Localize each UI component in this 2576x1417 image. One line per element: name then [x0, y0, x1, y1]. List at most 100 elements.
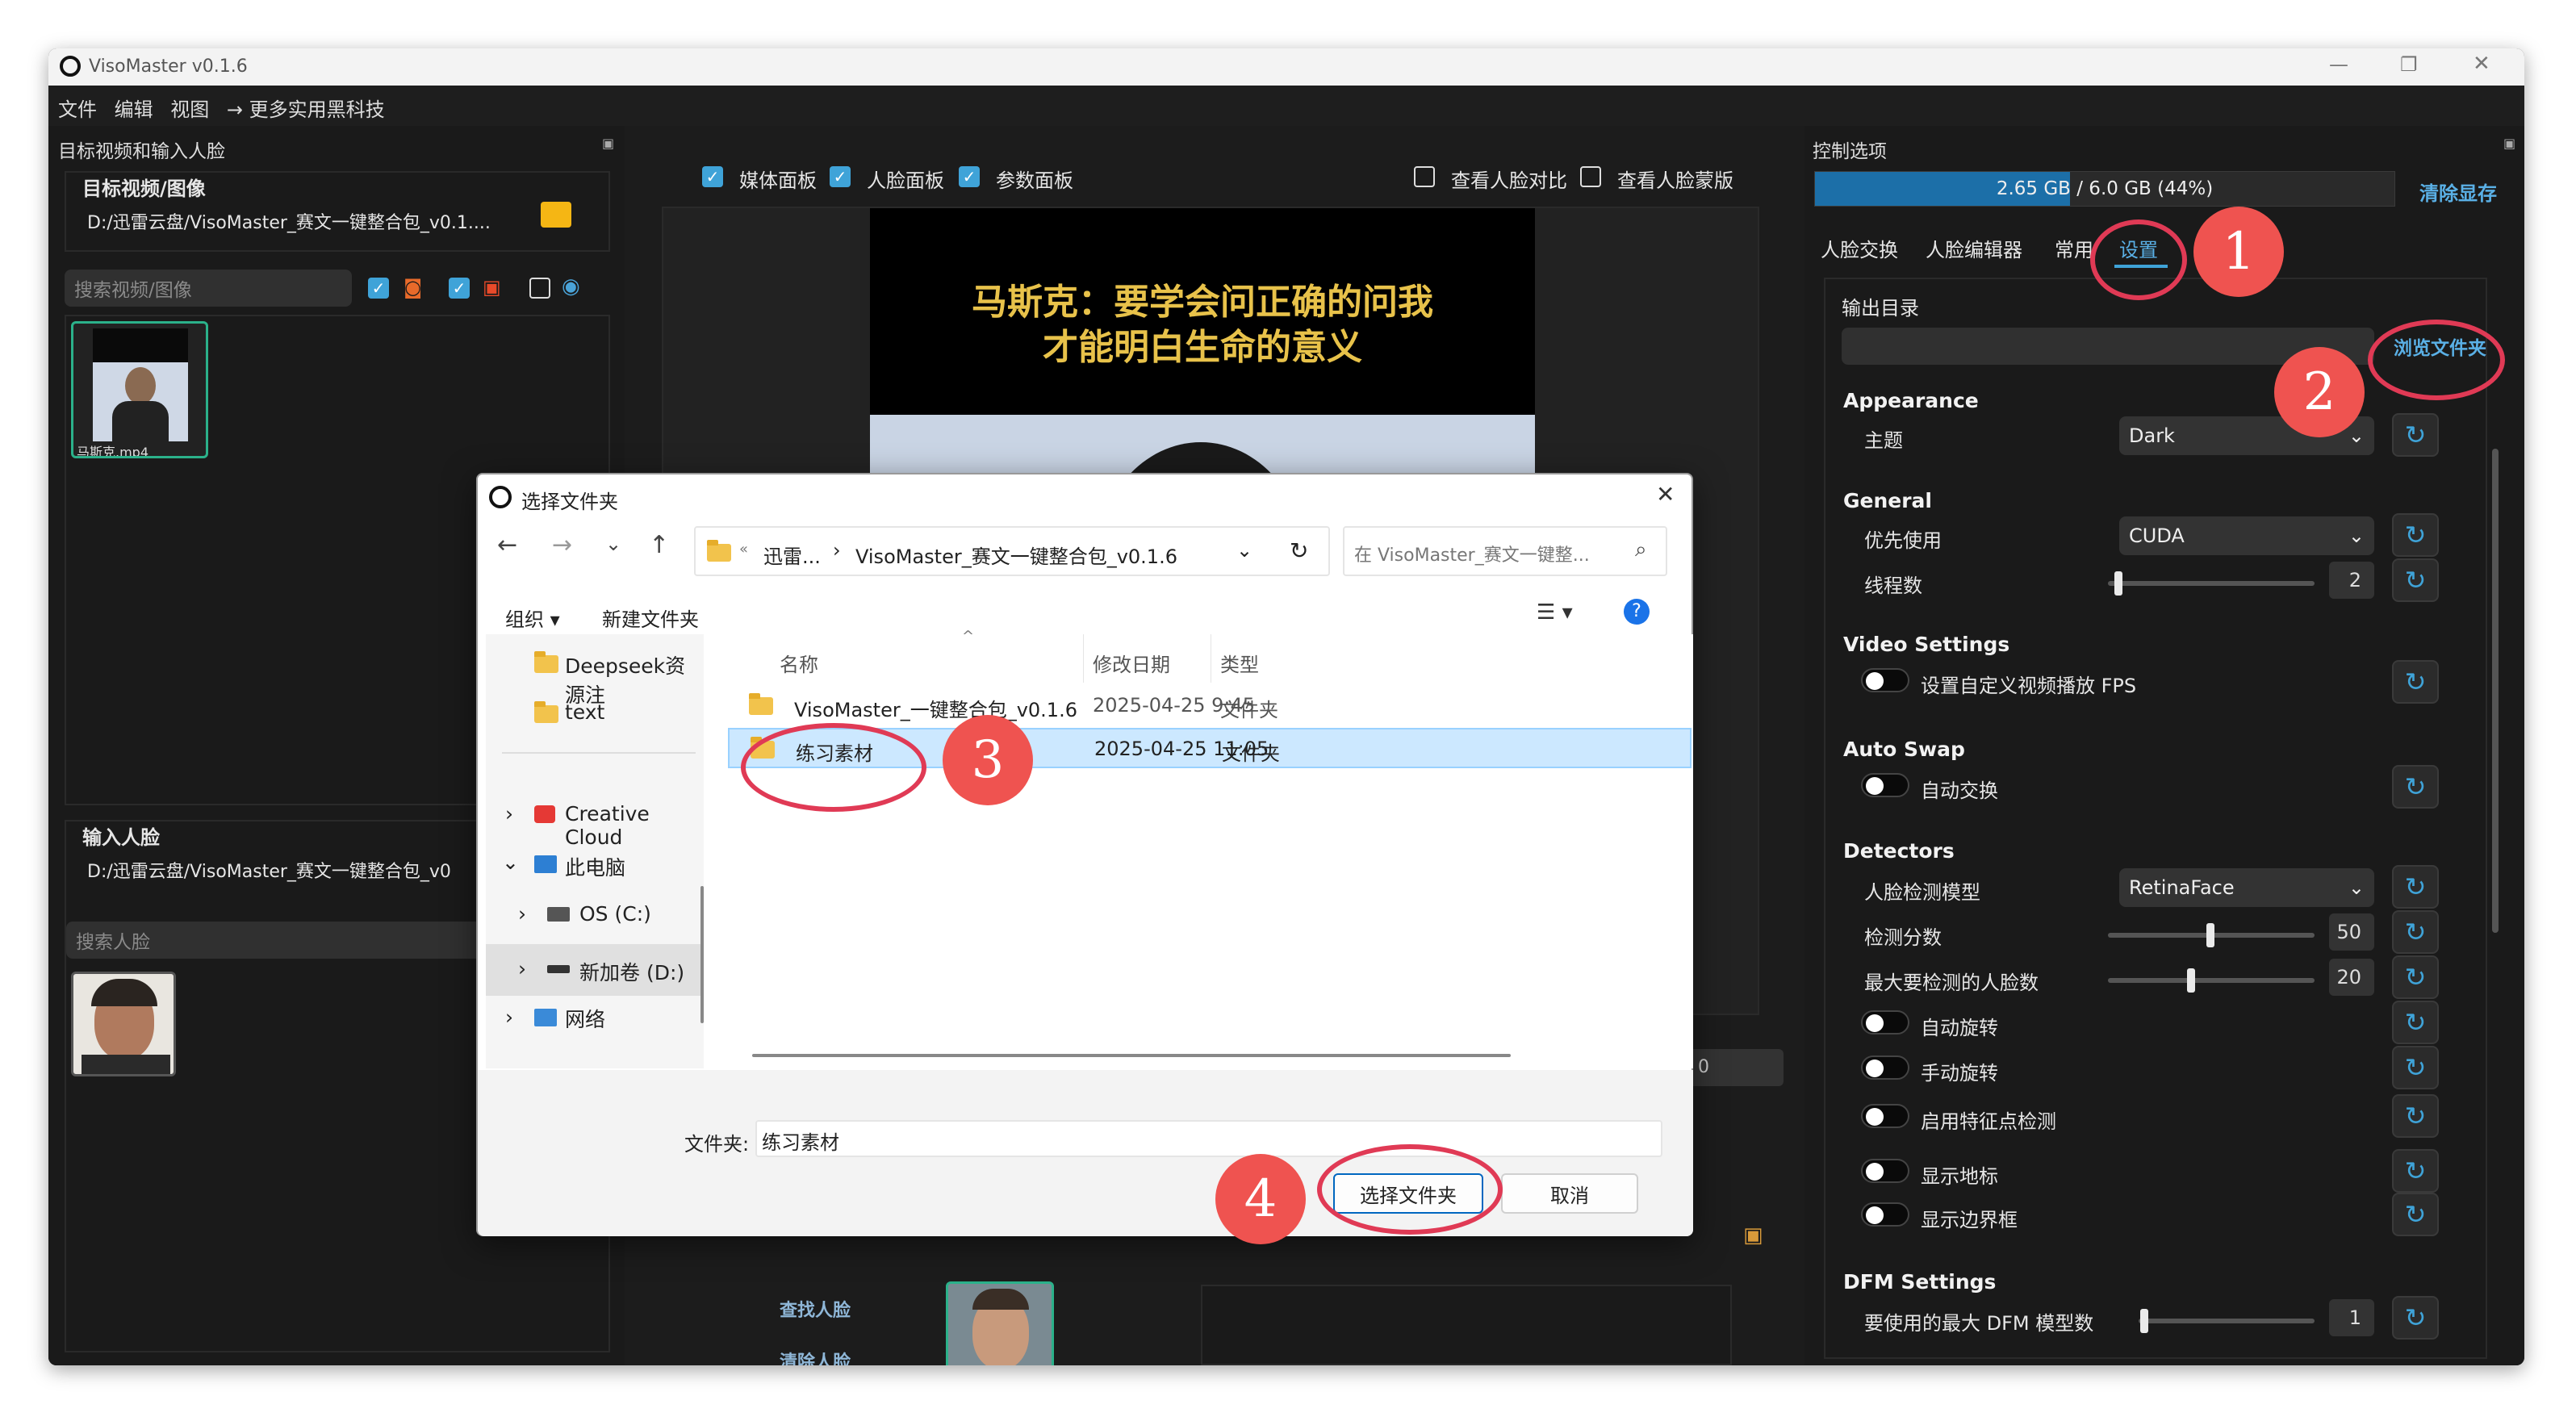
clear-faces-button[interactable]: 清除人脸 [780, 1348, 851, 1365]
param-panel-checkbox[interactable] [959, 166, 980, 187]
tab-face-swap[interactable]: 人脸交换 [1821, 234, 1898, 262]
reset-fps-icon[interactable]: ↻ [2392, 660, 2439, 704]
back-icon[interactable]: ← [497, 531, 517, 559]
face-mask-label[interactable]: 查看人脸蒙版 [1617, 165, 1733, 193]
organize-menu[interactable]: 组织 ▾ [505, 604, 560, 632]
minimize-icon[interactable]: — [2329, 53, 2348, 76]
face-panel-checkbox[interactable] [830, 166, 851, 187]
tree-item-drive-d-row[interactable]: › 新加卷 (D:) [486, 944, 704, 996]
recent-dropdown-icon[interactable]: ⌄ [605, 533, 621, 555]
reset-max-faces-icon[interactable]: ↻ [2392, 955, 2439, 999]
media-thumbnail[interactable]: 马斯克.mp4 [71, 321, 208, 458]
address-crumb-1[interactable]: 迅雷... [763, 541, 821, 569]
dialog-close-icon[interactable]: ✕ [1656, 481, 1675, 508]
show-landmark-toggle[interactable] [1861, 1159, 1909, 1183]
menu-edit[interactable]: 编辑 [115, 98, 153, 121]
expand-icon[interactable]: › [518, 957, 526, 980]
collapse-icon[interactable]: ⌄ [502, 851, 519, 874]
open-folder-icon[interactable] [541, 202, 571, 228]
panel-float-icon[interactable]: ▣ [602, 136, 614, 151]
tree-item-network[interactable]: 网络 [565, 1004, 605, 1033]
menu-view[interactable]: 视图 [170, 98, 209, 121]
column-name[interactable]: 名称 [780, 649, 818, 677]
column-date[interactable]: 修改日期 [1093, 649, 1170, 677]
tree-item-drive-c[interactable]: OS (C:) [579, 902, 651, 926]
filter-image-checkbox[interactable] [449, 278, 470, 299]
autoswap-toggle[interactable] [1861, 773, 1909, 797]
clear-vram-button[interactable]: 清除显存 [2419, 178, 2497, 206]
forward-icon[interactable]: → [552, 531, 572, 559]
reset-threads-icon[interactable]: ↻ [2392, 558, 2439, 602]
filter-video-checkbox[interactable] [368, 278, 389, 299]
reset-autoswap-icon[interactable]: ↻ [2392, 765, 2439, 809]
param-panel-label[interactable]: 参数面板 [996, 165, 1073, 193]
address-dropdown-icon[interactable]: ⌄ [1236, 539, 1252, 562]
tree-item-text[interactable]: text [565, 700, 604, 724]
reset-theme-icon[interactable]: ↻ [2392, 413, 2439, 457]
settings-scrollbar[interactable] [2492, 449, 2499, 933]
expand-icon[interactable]: › [505, 802, 513, 826]
panel-float-icon-right[interactable]: ▣ [2503, 136, 2515, 151]
reset-dfm-max-icon[interactable]: ↻ [2392, 1296, 2439, 1340]
close-icon[interactable]: ✕ [2473, 52, 2490, 76]
manual-rotate-toggle[interactable] [1861, 1055, 1909, 1080]
detect-score-box[interactable]: 50 [2329, 913, 2374, 951]
address-bar[interactable]: « 迅雷... › VisoMaster_赛文一键整合包_v0.1.6 ⌄ ↻ [694, 526, 1330, 576]
view-options-icon[interactable]: ☰ ▾ [1537, 600, 1573, 625]
provider-select[interactable]: CUDA ⌄ [2119, 516, 2374, 555]
column-type[interactable]: 类型 [1220, 649, 1259, 677]
reset-show-landmark-icon[interactable]: ↻ [2392, 1149, 2439, 1193]
search-face-input[interactable]: 搜索人脸 [66, 922, 486, 959]
show-bbox-toggle[interactable] [1861, 1202, 1909, 1227]
help-icon[interactable]: ? [1624, 599, 1650, 625]
tree-item-this-pc[interactable]: 此电脑 [565, 852, 625, 881]
reset-auto-rotate-icon[interactable]: ↻ [2392, 1001, 2439, 1044]
face-panel-label[interactable]: 人脸面板 [867, 165, 944, 193]
search-icon[interactable]: ⌕ [1635, 537, 1647, 562]
tree-scrollbar[interactable] [700, 886, 704, 1023]
landmark-toggle[interactable] [1861, 1104, 1909, 1128]
input-face-thumbnail[interactable] [71, 972, 176, 1076]
face-compare-checkbox[interactable] [1414, 166, 1435, 187]
fps-toggle[interactable] [1861, 668, 1909, 692]
refresh-icon[interactable]: ↻ [1290, 537, 1308, 564]
max-faces-slider[interactable] [2108, 968, 2315, 993]
find-faces-button[interactable]: 查找人脸 [780, 1296, 851, 1322]
new-folder-button[interactable]: 新建文件夹 [602, 604, 699, 632]
expand-icon[interactable]: › [518, 902, 526, 926]
auto-rotate-toggle[interactable] [1861, 1010, 1909, 1035]
dfm-max-slider[interactable] [2139, 1309, 2315, 1333]
tree-item-creative-cloud[interactable]: Creative Cloud [565, 802, 704, 849]
search-video-input[interactable]: 搜索视频/图像 [65, 270, 352, 307]
horizontal-scrollbar[interactable] [752, 1054, 1511, 1057]
cancel-button[interactable]: 取消 [1501, 1173, 1638, 1214]
search-box[interactable]: 在 VisoMaster_赛文一键整... ⌕ [1343, 526, 1667, 576]
media-panel-label[interactable]: 媒体面板 [739, 165, 817, 193]
reset-detect-score-icon[interactable]: ↻ [2392, 910, 2439, 954]
restore-icon[interactable]: ❐ [2400, 53, 2418, 76]
face-compare-label[interactable]: 查看人脸对比 [1451, 165, 1567, 193]
dfm-max-box[interactable]: 1 [2329, 1299, 2374, 1336]
tab-face-editor[interactable]: 人脸编辑器 [1926, 234, 2022, 262]
address-crumb-2[interactable]: VisoMaster_赛文一键整合包_v0.1.6 [855, 541, 1177, 569]
expand-icon[interactable]: › [505, 1005, 513, 1029]
face-mask-checkbox[interactable] [1580, 166, 1601, 187]
up-icon[interactable]: ↑ [649, 531, 669, 559]
threads-slider[interactable] [2108, 571, 2315, 596]
file-row[interactable]: VisoMaster_一键整合包_v0.1.6 2025-04-25 9:45 … [728, 684, 1692, 725]
reset-provider-icon[interactable]: ↻ [2392, 513, 2439, 557]
detect-score-slider[interactable] [2108, 923, 2315, 947]
menu-more-tools[interactable]: → 更多实用黑科技 [227, 98, 385, 121]
reset-detect-model-icon[interactable]: ↻ [2392, 865, 2439, 909]
reset-show-bbox-icon[interactable]: ↻ [2392, 1193, 2439, 1236]
tab-common[interactable]: 常用 [2055, 234, 2093, 262]
frame-number-box[interactable]: 0 [1687, 1049, 1784, 1086]
menu-file[interactable]: 文件 [58, 98, 97, 121]
reset-manual-rotate-icon[interactable]: ↻ [2392, 1046, 2439, 1089]
detected-face-thumbnail[interactable] [946, 1281, 1054, 1365]
filter-webcam-checkbox[interactable] [529, 278, 550, 299]
max-faces-box[interactable]: 20 [2329, 959, 2374, 996]
detect-model-select[interactable]: RetinaFace ⌄ [2119, 868, 2374, 907]
threads-value-box[interactable]: 2 [2329, 562, 2374, 599]
folder-field[interactable]: 练习素材 [755, 1120, 1662, 1157]
